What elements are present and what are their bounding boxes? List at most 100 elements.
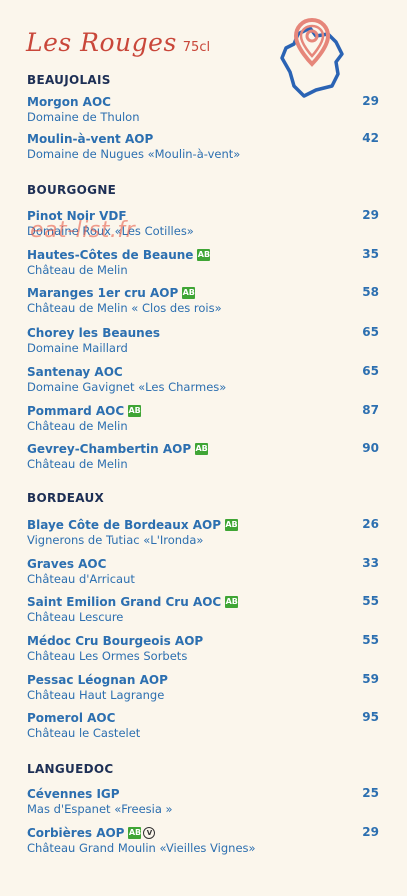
wine-name: Morgon AOC [27,94,111,109]
wine-price: 33 [362,556,379,570]
wine-item: Blaye Côte de Bordeaux AOP AB Vignerons de… [27,517,379,547]
wine-name: Cévennes IGP [27,786,120,801]
wine-name-row: Blaye Côte de Bordeaux AOP AB [27,517,379,532]
wine-name: Blaye Côte de Bordeaux AOP [27,517,222,532]
wine-domain: Château de Melin [27,419,128,433]
wine-domain: Domaine Maillard [27,341,128,355]
wine-domain: Domaine Roux «Les Cotilles» [27,224,194,238]
wine-name: Pommard AOC [27,403,125,418]
ab-organic-icon: AB [195,442,209,455]
wine-item: Hautes-Côtes de Beaune AB Château de Melin… [27,247,379,277]
wine-domain: Château Haut Lagrange [27,688,165,702]
wine-name: Graves AOC [27,556,107,571]
wine-name-row: Morgon AOC [27,94,379,109]
wine-name-row: Cévennes IGP [27,786,379,801]
france-map-pin-icon [280,17,344,98]
wine-domain: Vignerons de Tutiac «L'Ironda» [27,533,204,547]
wine-name-row: Pessac Léognan AOP [27,672,379,687]
wine-name-row: Pomerol AOC [27,710,379,725]
wine-item: Pomerol AOC Château le Castelet 95 [27,710,379,740]
ab-organic-icon: AB [128,826,142,839]
wine-price: 95 [362,710,379,724]
wine-item: Santenay AOC Domaine Gavignet «Les Charme… [27,364,379,394]
page-title: Les Rouges 75cl [26,28,210,57]
wine-item: Pinot Noir VDF Domaine Roux «Les Cotilles… [27,208,379,238]
wine-price: 58 [362,285,379,299]
wine-item: Morgon AOC Domaine de Thulon 29 [27,94,379,124]
wine-price: 42 [362,131,379,145]
wine-item: Graves AOC Château d'Arricaut 33 [27,556,379,586]
wine-domain: Mas d'Espanet «Freesia » [27,802,173,816]
title-text: Les Rouges [26,28,177,57]
wine-price: 29 [362,208,379,222]
volume-label: 75cl [182,40,211,55]
wine-price: 55 [362,594,379,608]
wine-name-row: Gevrey-Chambertin AOP AB [27,441,379,456]
wine-name-row: Pommard AOC AB [27,403,379,418]
wine-domain: Domaine de Thulon [27,110,140,124]
vegan-icon: V [143,826,156,839]
wine-price: 29 [362,825,379,839]
wine-item: Cévennes IGP Mas d'Espanet «Freesia » 25 [27,786,379,816]
wine-name: Pinot Noir VDF [27,208,127,223]
wine-name-row: Saint Emilion Grand Cru AOC AB [27,594,379,609]
wine-price: 25 [362,786,379,800]
wine-name: Hautes-Côtes de Beaune [27,247,194,262]
ab-organic-icon: AB [225,518,239,531]
wine-domain: Château Lescure [27,610,124,624]
wine-name-row: Médoc Cru Bourgeois AOP [27,633,379,648]
wine-name: Médoc Cru Bourgeois AOP [27,633,204,648]
wine-domain: Château le Castelet [27,726,141,740]
wine-name: Santenay AOC [27,364,123,379]
wine-item: Médoc Cru Bourgeois AOP Château Les Ormes… [27,633,379,663]
wine-item: Pessac Léognan AOP Château Haut Lagrange 5… [27,672,379,702]
wine-name: Maranges 1er cru AOP [27,285,179,300]
wine-price: 87 [362,403,379,417]
section-title: BOURGOGNE [27,183,117,197]
wine-name-row: Graves AOC [27,556,379,571]
wine-price: 65 [362,364,379,378]
wine-name-row: Corbières AOP AB V [27,825,379,840]
wine-domain: Domaine de Nugues «Moulin-à-vent» [27,147,241,161]
wine-name: Moulin-à-vent AOP [27,131,154,146]
section-title: BEAUJOLAIS [27,73,111,87]
wine-item: Maranges 1er cru AOP AB Château de Melin «… [27,285,379,315]
ab-organic-icon: AB [197,248,211,261]
wine-domain: Château Grand Moulin «Vieilles Vignes» [27,841,256,855]
wine-domain: Domaine Gavignet «Les Charmes» [27,380,227,394]
section-title: BORDEAUX [27,491,105,505]
wine-name-row: Pinot Noir VDF [27,208,379,223]
wine-price: 55 [362,633,379,647]
wine-price: 35 [362,247,379,261]
wine-item: Moulin-à-vent AOP Domaine de Nugues «Moul… [27,131,379,161]
wine-price: 59 [362,672,379,686]
wine-name: Pessac Léognan AOP [27,672,168,687]
wine-domain: Château d'Arricaut [27,572,135,586]
wine-price: 26 [362,517,379,531]
ab-organic-icon: AB [225,595,239,608]
wine-price: 90 [362,441,379,455]
wine-price: 29 [362,94,379,108]
wine-item: Saint Emilion Grand Cru AOC AB Château Les… [27,594,379,624]
ab-organic-icon: AB [128,404,142,417]
wine-name: Chorey les Beaunes [27,325,160,340]
wine-domain: Château de Melin [27,263,128,277]
section-title: LANGUEDOC [27,762,114,776]
ab-organic-icon: AB [182,286,196,299]
wine-name: Corbières AOP [27,825,125,840]
wine-domain: Château Les Ormes Sorbets [27,649,188,663]
wine-name-row: Santenay AOC [27,364,379,379]
wine-item: Gevrey-Chambertin AOP AB Château de Melin 9… [27,441,379,471]
wine-name-row: Moulin-à-vent AOP [27,131,379,146]
wine-name: Pomerol AOC [27,710,116,725]
wine-item: Corbières AOP AB V Château Grand Moulin «Vi… [27,825,379,855]
wine-name-row: Hautes-Côtes de Beaune AB [27,247,379,262]
wine-item: Pommard AOC AB Château de Melin 87 [27,403,379,433]
wine-domain: Château de Melin [27,457,128,471]
wine-price: 65 [362,325,379,339]
wine-name-row: Maranges 1er cru AOP AB [27,285,379,300]
wine-name: Saint Emilion Grand Cru AOC [27,594,222,609]
wine-item: Chorey les Beaunes Domaine Maillard 65 [27,325,379,355]
wine-domain: Château de Melin « Clos des rois» [27,301,222,315]
wine-name: Gevrey-Chambertin AOP [27,441,192,456]
